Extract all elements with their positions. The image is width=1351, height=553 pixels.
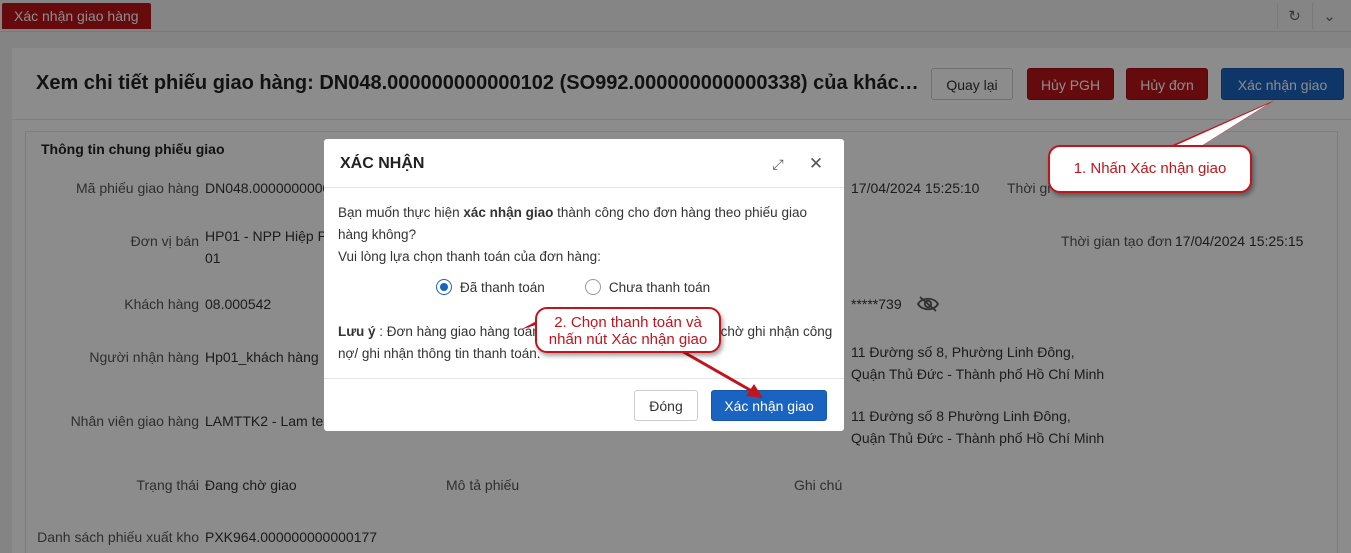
callout2-arrowhead [746,384,763,398]
annotation-arrows [520,100,1275,398]
callout-step1: 1. Nhấn Xác nhận giao [1048,145,1252,193]
callout2-arrow-line [679,348,758,396]
callout-step2-line2: nhấn nút Xác nhận giao [548,331,708,348]
callout1-pointer [1168,100,1275,147]
callout-step2: 2. Chọn thanh toán và nhấn nút Xác nhận … [535,307,721,353]
callout-step2-line1: 2. Chọn thanh toán và [554,314,702,331]
